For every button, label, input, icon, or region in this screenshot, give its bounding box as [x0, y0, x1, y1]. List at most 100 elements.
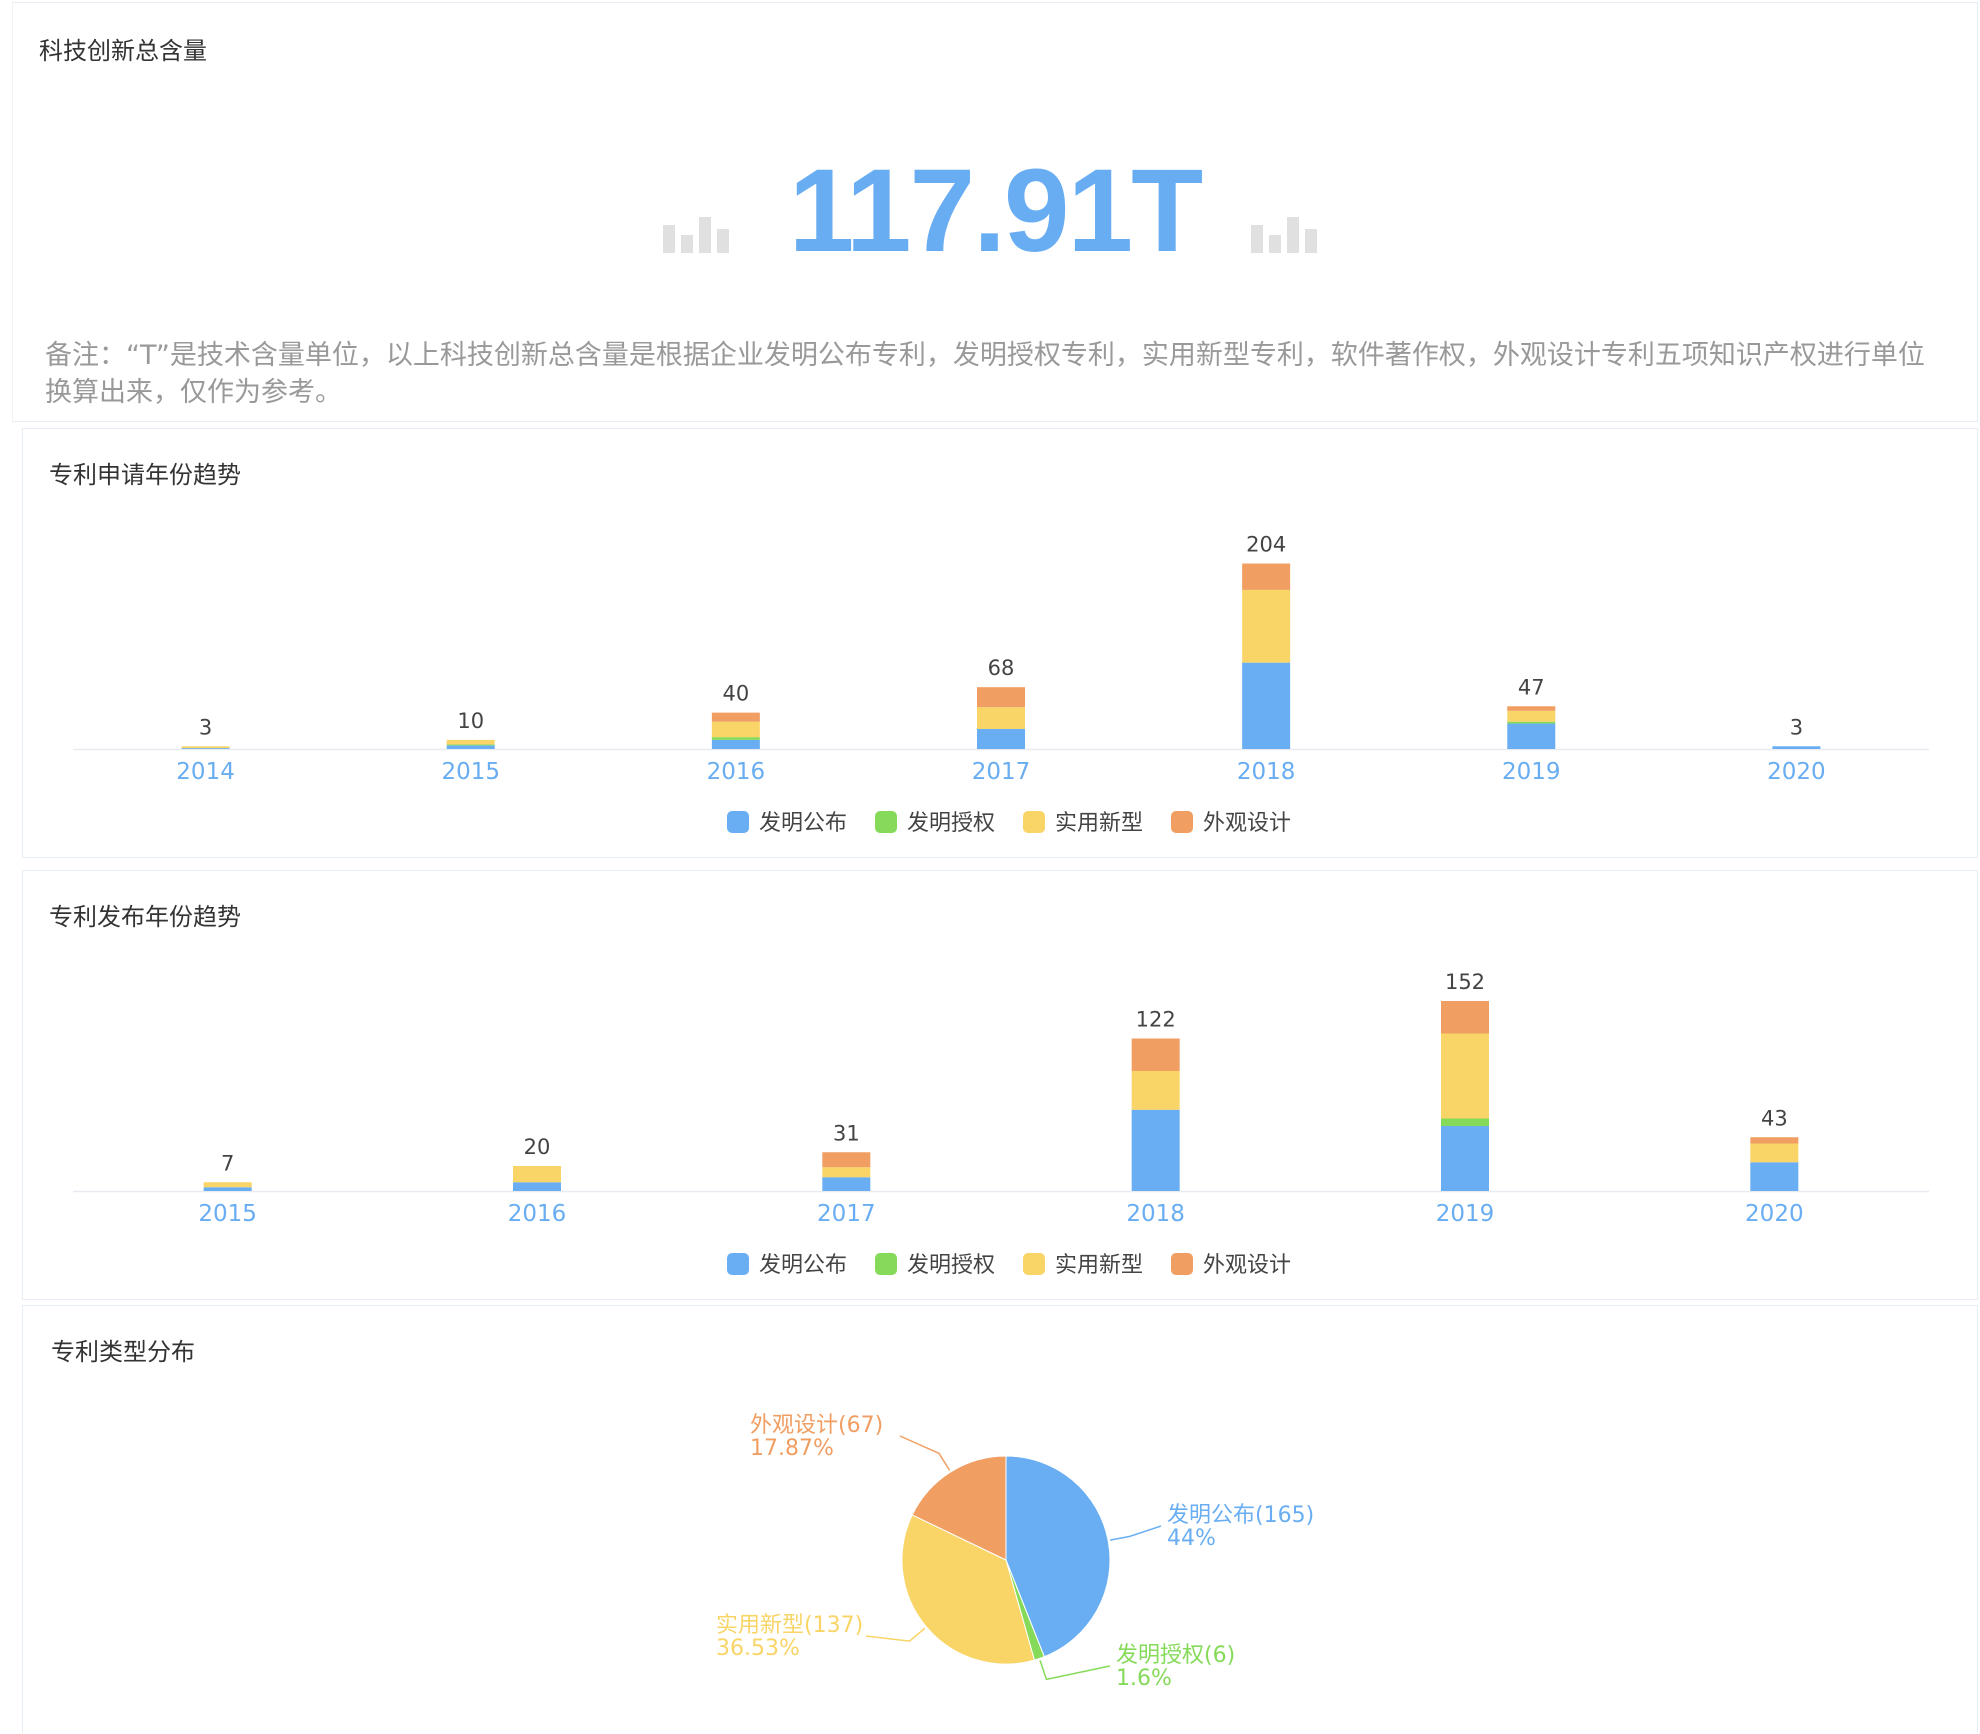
publication-trend-panel: 专利发布年份趋势 7 2015 20 2016 31 2017 122 2018 152 2019… — [22, 870, 1978, 1300]
legend-label-外观设计: 外观设计 — [1203, 811, 1291, 836]
bar-segment-发明公布-2016 — [513, 1182, 561, 1191]
total-label-2020: 3 — [1790, 715, 1803, 739]
application-trend-panel: 专利申请年份趋势 3 2014 10 2015 40 2016 68 2017 204 2018 4… — [22, 428, 1978, 858]
legend-label-发明公布: 发明公布 — [759, 1253, 847, 1278]
x-tick-2020: 2020 — [1767, 759, 1826, 785]
total-label-2017: 31 — [833, 1121, 860, 1145]
total-label-2019: 47 — [1518, 675, 1545, 699]
type-distribution-chart: 发明公布(165)44% 发明授权(6)1.6% 实用新型(137)36.53% 外观… — [716, 1413, 1314, 1691]
total-label-2015: 7 — [221, 1151, 234, 1175]
x-tick-2016: 2016 — [508, 1201, 567, 1227]
pie-label-发明公布: 发明公布(165) — [1167, 1503, 1314, 1528]
bar-segment-实用新型-2015 — [446, 739, 495, 745]
legend-swatch-发明授权 — [875, 811, 897, 833]
legend-swatch-发明公布 — [727, 811, 749, 833]
legend-item-发明授权: 发明授权 — [875, 811, 995, 836]
pie-leader-实用新型 — [865, 1627, 926, 1642]
legend-item-发明公布: 发明公布 — [727, 1253, 847, 1278]
legend-label-实用新型: 实用新型 — [1055, 811, 1143, 836]
x-tick-2018: 2018 — [1237, 759, 1296, 785]
total-label-2018: 122 — [1136, 1008, 1176, 1032]
x-tick-2018: 2018 — [1126, 1201, 1185, 1227]
bar-segment-发明授权-2016 — [711, 737, 760, 740]
x-tick-2019: 2019 — [1502, 759, 1561, 785]
bar-segment-发明公布-2019 — [1507, 723, 1556, 749]
x-tick-2016: 2016 — [707, 759, 766, 785]
pie-percent-实用新型: 36.53% — [716, 1636, 800, 1661]
bar-segment-外观设计-2020 — [1750, 1137, 1799, 1144]
bar-segment-实用新型-2016 — [513, 1166, 561, 1183]
pie-leader-发明公布 — [1109, 1525, 1162, 1541]
bar-segment-外观设计-2019 — [1507, 706, 1556, 711]
total-label-2014: 3 — [199, 715, 212, 739]
bar-segment-外观设计-2017 — [977, 687, 1025, 708]
bar-segment-实用新型-2020 — [1750, 1143, 1799, 1163]
total-label-2019: 152 — [1445, 970, 1485, 994]
total-label-2018: 204 — [1246, 533, 1286, 557]
bar-segment-实用新型-2019 — [1507, 710, 1556, 722]
bar-segment-发明公布-2017 — [822, 1177, 871, 1191]
pie-leader-发明授权 — [1039, 1660, 1111, 1681]
legend-label-实用新型: 实用新型 — [1055, 1253, 1143, 1278]
bar-segment-发明授权-2019 — [1441, 1118, 1489, 1126]
pie-percent-发明公布: 44% — [1167, 1526, 1216, 1551]
bar-segment-发明公布-2020 — [1750, 1162, 1799, 1191]
x-tick-2019: 2019 — [1436, 1201, 1495, 1227]
bar-segment-实用新型-2017 — [822, 1167, 871, 1178]
legend-swatch-实用新型 — [1023, 1253, 1045, 1275]
bar-segment-外观设计-2018 — [1131, 1038, 1180, 1071]
bar-segment-发明授权-2015 — [446, 744, 495, 746]
bar-segment-发明公布-2018 — [1131, 1109, 1180, 1191]
legend-item-发明授权: 发明授权 — [875, 1253, 995, 1278]
bar-segment-发明公布-2017 — [977, 729, 1025, 749]
legend-swatch-发明公布 — [727, 1253, 749, 1275]
bar-segment-外观设计-2016 — [711, 712, 760, 722]
bar-segment-实用新型-2014 — [181, 746, 230, 749]
x-tick-2014: 2014 — [176, 759, 235, 785]
legend-label-外观设计: 外观设计 — [1203, 1253, 1291, 1278]
total-label-2016: 20 — [524, 1135, 551, 1159]
pie-percent-外观设计: 17.87% — [750, 1436, 834, 1461]
x-tick-2017: 2017 — [972, 759, 1031, 785]
pie-label-发明授权: 发明授权(6) — [1116, 1643, 1235, 1668]
pie-label-实用新型: 实用新型(137) — [716, 1613, 863, 1638]
legend-swatch-外观设计 — [1171, 1253, 1193, 1275]
total-label-2020: 43 — [1761, 1106, 1788, 1130]
pie-leader-外观设计 — [899, 1435, 951, 1471]
bar-segment-发明公布-2015 — [203, 1187, 252, 1191]
legend-item-实用新型: 实用新型 — [1023, 811, 1143, 836]
application-trend-chart: 3 2014 10 2015 40 2016 68 2017 204 2018 47 2019 3 202… — [73, 533, 1929, 836]
summary-panel: 科技创新总含量 117.91T 备注：“T”是技术含量单位，以上科技创新总含量是… — [12, 2, 1978, 422]
legend-swatch-外观设计 — [1171, 811, 1193, 833]
bar-segment-实用新型-2015 — [203, 1182, 252, 1188]
legend-item-实用新型: 实用新型 — [1023, 1253, 1143, 1278]
x-tick-2015: 2015 — [198, 1201, 257, 1227]
legend-label-发明授权: 发明授权 — [907, 811, 995, 836]
type-distribution-panel: 专利类型分布 发明公布(165) 44% 发明授权(6) 1.6% 实用新型(137) 3… — [22, 1305, 1978, 1733]
total-value: 117.91T — [788, 145, 1203, 277]
legend-item-外观设计: 外观设计 — [1171, 1253, 1291, 1278]
bar-segment-发明公布-2020 — [1772, 746, 1821, 749]
legend-item-外观设计: 外观设计 — [1171, 811, 1291, 836]
bar-segment-实用新型-2018 — [1131, 1071, 1180, 1110]
bar-segment-外观设计-2018 — [1242, 563, 1291, 590]
bar-segment-发明公布-2015 — [446, 745, 495, 749]
bar-segment-实用新型-2016 — [711, 721, 760, 738]
bar-segment-发明授权-2019 — [1507, 721, 1556, 724]
total-label-2016: 40 — [722, 682, 749, 706]
x-tick-2015: 2015 — [441, 759, 500, 785]
legend-swatch-实用新型 — [1023, 811, 1045, 833]
bar-chart-icon-right — [1251, 217, 1317, 253]
total-label-2015: 10 — [457, 709, 484, 733]
total-label-2017: 68 — [988, 656, 1015, 680]
x-tick-2017: 2017 — [817, 1201, 876, 1227]
bar-segment-发明公布-2016 — [711, 739, 760, 749]
legend-item-发明公布: 发明公布 — [727, 811, 847, 836]
bar-segment-实用新型-2019 — [1441, 1033, 1489, 1119]
bar-segment-发明公布-2018 — [1242, 662, 1291, 749]
legend-label-发明公布: 发明公布 — [759, 811, 847, 836]
pie-percent-发明授权: 1.6% — [1116, 1666, 1172, 1691]
bar-segment-实用新型-2017 — [977, 707, 1025, 729]
publication-trend-chart: 7 2015 20 2016 31 2017 122 2018 152 2019 43 2020 发明公… — [73, 970, 1929, 1278]
bar-segment-发明公布-2019 — [1441, 1126, 1489, 1191]
